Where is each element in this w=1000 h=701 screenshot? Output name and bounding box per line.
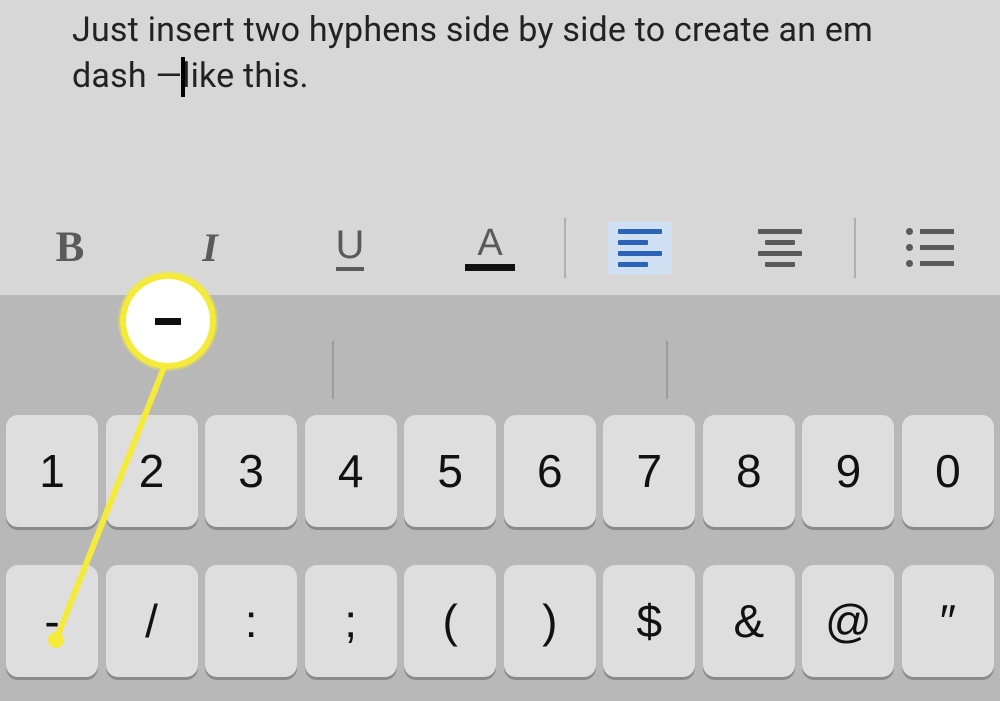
text-after-caret: like this. bbox=[182, 56, 309, 96]
annotation-callout-circle bbox=[120, 273, 216, 369]
align-center-button[interactable] bbox=[710, 200, 850, 295]
document-editor[interactable]: Just insert two hyphens side by side to … bbox=[0, 0, 1000, 200]
key-1[interactable]: 1 bbox=[6, 415, 98, 527]
text-color-icon: A bbox=[465, 224, 515, 271]
key-″[interactable]: ″ bbox=[902, 565, 994, 677]
key-0[interactable]: 0 bbox=[902, 415, 994, 527]
document-text[interactable]: Just insert two hyphens side by side to … bbox=[72, 10, 873, 96]
key-5[interactable]: 5 bbox=[404, 415, 496, 527]
underline-button[interactable]: U bbox=[280, 200, 420, 295]
align-left-icon bbox=[608, 221, 672, 275]
align-left-button[interactable] bbox=[570, 200, 710, 295]
bold-button[interactable]: B bbox=[0, 200, 140, 295]
toolbar-divider bbox=[564, 218, 566, 278]
align-center-icon bbox=[748, 221, 812, 275]
bulleted-list-button[interactable] bbox=[860, 200, 1000, 295]
key-@[interactable]: @ bbox=[802, 565, 894, 677]
key-:[interactable]: : bbox=[205, 565, 297, 677]
key-3[interactable]: 3 bbox=[205, 415, 297, 527]
key-8[interactable]: 8 bbox=[703, 415, 795, 527]
key-;[interactable]: ; bbox=[305, 565, 397, 677]
key-$[interactable]: $ bbox=[603, 565, 695, 677]
bulleted-list-icon bbox=[906, 228, 954, 267]
onscreen-keyboard: 1234567890 -/:;()$&@″ bbox=[0, 415, 1000, 701]
key-)[interactable]: ) bbox=[504, 565, 596, 677]
key-7[interactable]: 7 bbox=[603, 415, 695, 527]
bold-icon: B bbox=[56, 223, 85, 272]
suggestion-slot-2[interactable] bbox=[334, 295, 666, 415]
key-6[interactable]: 6 bbox=[504, 415, 596, 527]
hyphen-icon bbox=[155, 318, 181, 325]
key-hyphen[interactable]: - bbox=[6, 565, 98, 677]
underline-icon: U bbox=[336, 225, 365, 271]
keyboard-row-symbols: -/:;()$&@″ bbox=[0, 565, 1000, 687]
toolbar-divider bbox=[854, 218, 856, 278]
key-4[interactable]: 4 bbox=[305, 415, 397, 527]
key-9[interactable]: 9 bbox=[802, 415, 894, 527]
key-&[interactable]: & bbox=[703, 565, 795, 677]
key-/[interactable]: / bbox=[106, 565, 198, 677]
key-([interactable]: ( bbox=[404, 565, 496, 677]
key-2[interactable]: 2 bbox=[106, 415, 198, 527]
italic-icon: I bbox=[202, 224, 218, 271]
suggestion-slot-3[interactable] bbox=[668, 295, 1000, 415]
text-color-button[interactable]: A bbox=[420, 200, 560, 295]
keyboard-row-numbers: 1234567890 bbox=[0, 415, 1000, 537]
